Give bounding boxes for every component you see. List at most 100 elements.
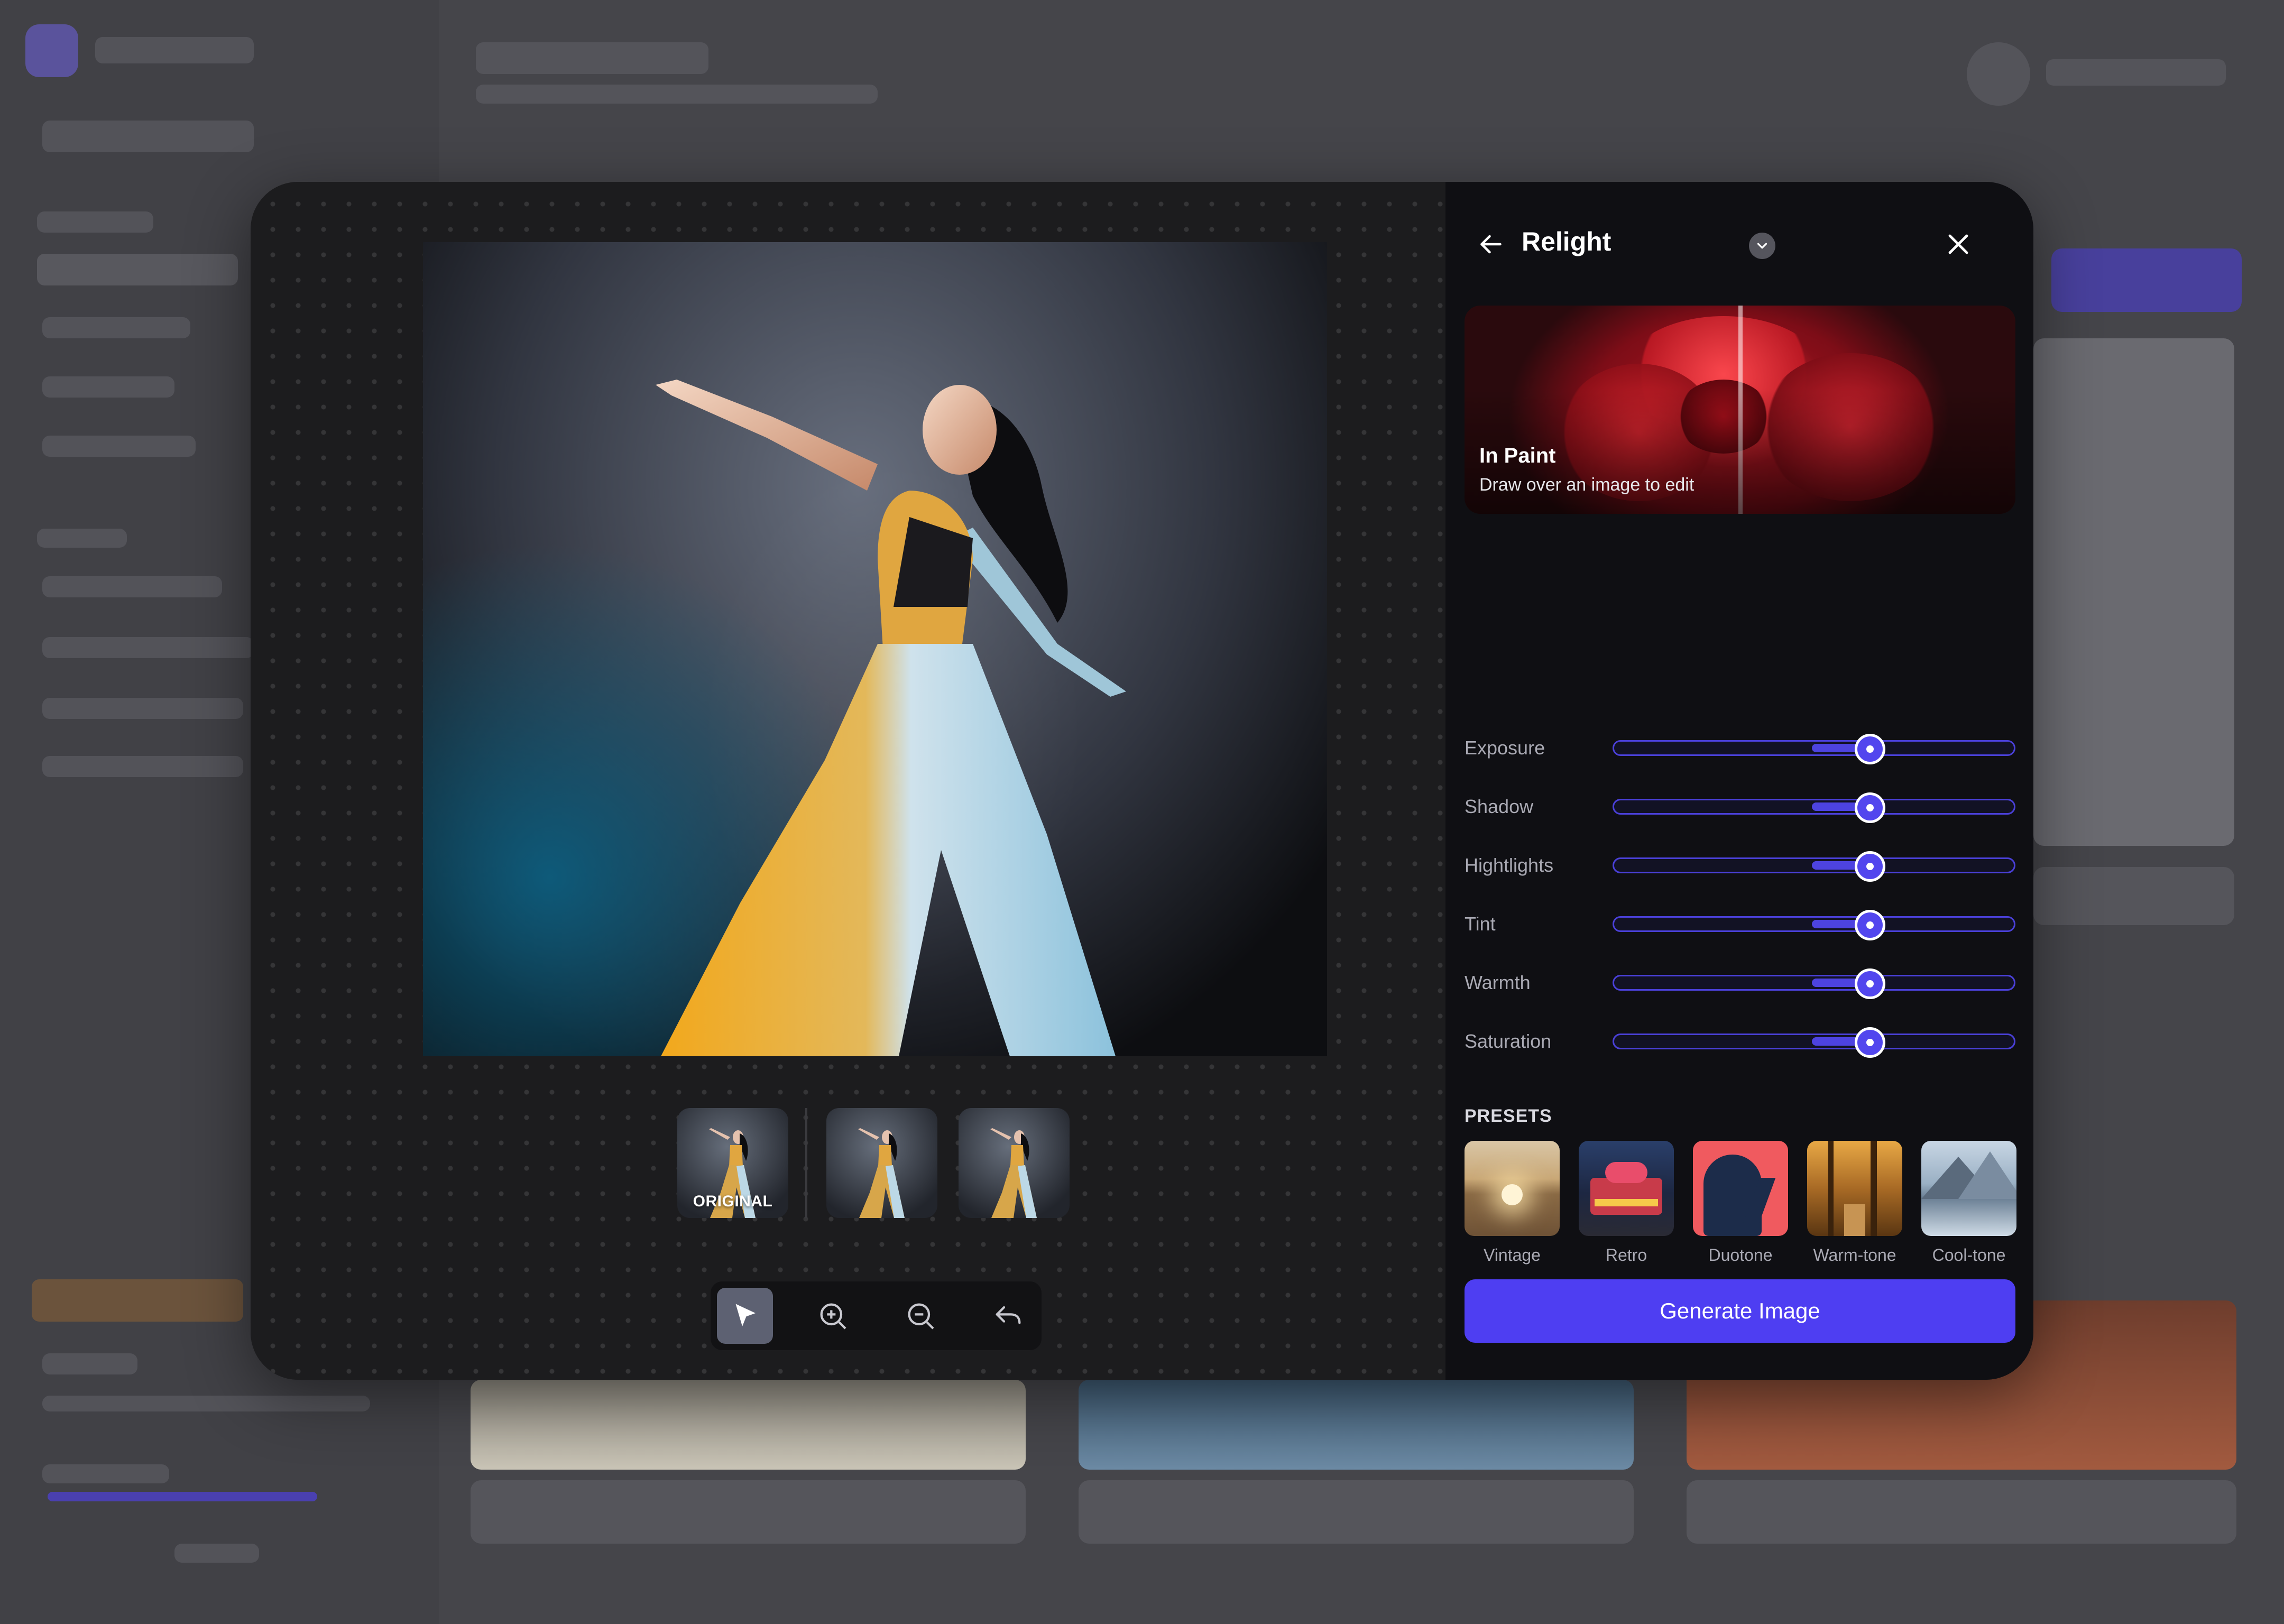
preset-vintage[interactable]: Vintage <box>1465 1141 1560 1265</box>
undo-icon <box>996 1306 1021 1324</box>
background-bar <box>42 576 222 597</box>
slider-label: Warmth <box>1465 972 1531 993</box>
slider-track[interactable] <box>1613 734 2015 764</box>
background-bar <box>42 121 254 152</box>
sun-glow <box>1502 1184 1523 1205</box>
preset-thumbnail <box>1465 1141 1560 1236</box>
background-button <box>2051 248 2242 312</box>
select-tool-button[interactable] <box>717 1288 773 1344</box>
preset-thumbnail <box>1579 1141 1674 1236</box>
undo-button[interactable] <box>980 1288 1036 1344</box>
background-bar <box>42 1396 370 1411</box>
inpaint-subtitle: Draw over an image to edit <box>1479 475 1694 495</box>
preset-label: Vintage <box>1484 1245 1541 1265</box>
background-card <box>471 1480 1026 1544</box>
relight-panel: Relight In Paint Draw over an image to e… <box>1445 182 2033 1380</box>
background-bar <box>476 42 708 74</box>
diner-sign <box>1605 1162 1647 1183</box>
preset-duotone[interactable]: Duotone <box>1693 1141 1788 1265</box>
background-bar <box>42 698 243 719</box>
background-bar <box>174 1544 259 1563</box>
canvas-toolbar <box>711 1281 1042 1350</box>
preset-label: Cool-tone <box>1932 1245 2006 1265</box>
zoom-in-button[interactable] <box>805 1288 861 1344</box>
slider-thumb[interactable] <box>1854 734 1885 764</box>
slider-highlights: Hightlights <box>1465 844 2015 886</box>
slider-track[interactable] <box>1613 910 2015 940</box>
slider-thumb[interactable] <box>1854 968 1885 999</box>
slider-label: Shadow <box>1465 796 1534 817</box>
zoom-out-button[interactable] <box>892 1288 948 1344</box>
slider-tint: Tint <box>1465 902 2015 945</box>
chevron-down-icon <box>1757 243 1767 249</box>
tree-trunk <box>1828 1141 1834 1236</box>
tree-trunk <box>1871 1141 1877 1236</box>
inpaint-card[interactable]: In Paint Draw over an image to edit <box>1465 306 2015 514</box>
slider-saturation: Saturation <box>1465 1020 2015 1062</box>
background-bar <box>32 1279 243 1322</box>
background-bar <box>2046 59 2226 86</box>
preset-thumbnail <box>1693 1141 1788 1236</box>
background-photo <box>1079 1380 1634 1470</box>
zoom-out-icon <box>908 1303 934 1330</box>
slider-track[interactable] <box>1613 1027 2015 1058</box>
dancer-figure <box>656 380 1126 1056</box>
slider-exposure: Exposure <box>1465 726 2015 769</box>
close-button[interactable] <box>1941 227 1975 261</box>
slider-label: Hightlights <box>1465 854 1554 876</box>
preset-warm-tone[interactable]: Warm-tone <box>1807 1141 1902 1265</box>
diner-lights <box>1595 1199 1658 1206</box>
preset-cool-tone[interactable]: Cool-tone <box>1921 1141 2016 1265</box>
background-bar <box>37 529 127 548</box>
slider-thumb[interactable] <box>1854 910 1885 940</box>
slider-thumb[interactable] <box>1854 1027 1885 1058</box>
background-avatar <box>1967 42 2030 106</box>
slider-label: Tint <box>1465 913 1496 935</box>
background-card <box>1687 1480 2236 1544</box>
editor-canvas[interactable]: ORIGINAL <box>251 182 1445 1380</box>
background-bar <box>42 317 190 338</box>
preset-label: Retro <box>1605 1245 1647 1265</box>
background-bar <box>42 1464 169 1483</box>
background-bar <box>37 211 153 233</box>
slider-label: Saturation <box>1465 1030 1552 1052</box>
preset-retro[interactable]: Retro <box>1579 1141 1674 1265</box>
slider-warmth: Warmth <box>1465 961 2015 1003</box>
relight-modal: ORIGINAL Relight In Paint Draw over an i… <box>251 182 2033 1380</box>
background-card <box>1079 1480 1634 1544</box>
slider-track[interactable] <box>1613 792 2015 823</box>
cursor-icon <box>735 1304 756 1326</box>
slider-thumb[interactable] <box>1854 792 1885 823</box>
main-image[interactable] <box>423 242 1327 1056</box>
thumbnail-divider <box>805 1108 807 1218</box>
preset-label: Duotone <box>1708 1245 1773 1265</box>
thumbnail-variant[interactable] <box>826 1108 937 1218</box>
slider-label: Exposure <box>1465 737 1545 759</box>
back-button[interactable] <box>1475 228 1507 260</box>
background-card <box>2033 867 2234 925</box>
thumbnail-original[interactable]: ORIGINAL <box>677 1108 788 1218</box>
slider-thumb[interactable] <box>1854 851 1885 882</box>
arrow-left-icon <box>1480 235 1502 254</box>
background-bar <box>42 376 174 398</box>
background-bar <box>37 254 238 285</box>
presets-heading: PRESETS <box>1465 1106 1552 1126</box>
panel-header: Relight <box>1445 214 2033 266</box>
background-bar <box>42 436 196 457</box>
diner-building <box>1590 1178 1662 1215</box>
zoom-in-icon <box>820 1303 846 1330</box>
forest-path <box>1844 1204 1865 1236</box>
preset-thumbnail <box>1921 1141 2016 1236</box>
slider-track[interactable] <box>1613 968 2015 999</box>
slider-track[interactable] <box>1613 851 2015 882</box>
title-dropdown-button[interactable] <box>1749 233 1775 259</box>
thumbnail-variant[interactable] <box>959 1108 1070 1218</box>
inpaint-title: In Paint <box>1479 444 1556 467</box>
background-bar <box>476 85 878 104</box>
thumbnail-label: ORIGINAL <box>693 1193 773 1210</box>
background-progress <box>48 1492 317 1501</box>
panel-title: Relight <box>1522 227 1611 256</box>
generate-image-button[interactable]: Generate Image <box>1465 1279 2015 1343</box>
preset-label: Warm-tone <box>1813 1245 1896 1265</box>
slider-shadow: Shadow <box>1465 785 2015 827</box>
